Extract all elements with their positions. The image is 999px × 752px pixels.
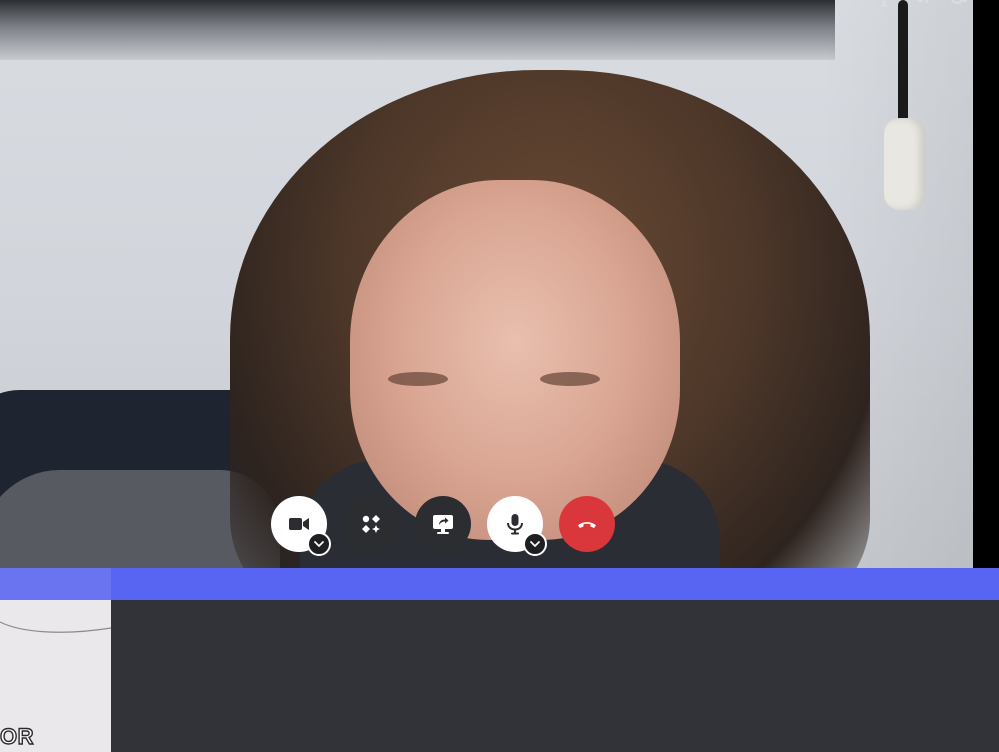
video-background-switch — [884, 118, 926, 210]
disconnect-button[interactable] — [559, 496, 615, 552]
top-toolbar-icons — [875, 0, 969, 7]
chevron-down-icon — [530, 541, 540, 547]
call-status-bar — [0, 568, 999, 600]
text-channel-area — [0, 600, 999, 752]
voice-call-window: OR — [0, 0, 999, 752]
camera-options-chevron[interactable] — [307, 532, 331, 556]
side-strip — [973, 0, 999, 568]
microphone-options-chevron[interactable] — [523, 532, 547, 556]
camera-toggle-button[interactable] — [271, 496, 331, 556]
activities-button[interactable] — [343, 496, 399, 552]
add-user-icon[interactable] — [913, 0, 931, 6]
screen-share-button[interactable] — [415, 496, 471, 552]
video-person-eye — [388, 372, 448, 386]
microphone-button[interactable] — [487, 496, 547, 556]
video-camera-icon — [289, 518, 309, 530]
chevron-down-icon — [314, 541, 324, 547]
video-person-eye — [540, 372, 600, 386]
hang-up-phone-icon — [578, 522, 596, 528]
screen-share-icon — [433, 515, 453, 534]
microphone-icon — [507, 514, 523, 535]
thumbnail-label: OR — [0, 723, 34, 749]
call-controls — [271, 496, 615, 556]
activities-rocket-icon — [362, 515, 380, 533]
members-icon[interactable] — [951, 0, 969, 6]
pin-icon[interactable] — [875, 0, 893, 7]
video-background-cable — [898, 0, 908, 130]
video-person-face — [350, 180, 680, 540]
call-status-bar-left — [0, 568, 111, 600]
stream-thumbnail[interactable]: OR — [0, 600, 111, 752]
video-background-shelf — [0, 0, 835, 60]
camera-video-feed[interactable] — [0, 0, 973, 568]
